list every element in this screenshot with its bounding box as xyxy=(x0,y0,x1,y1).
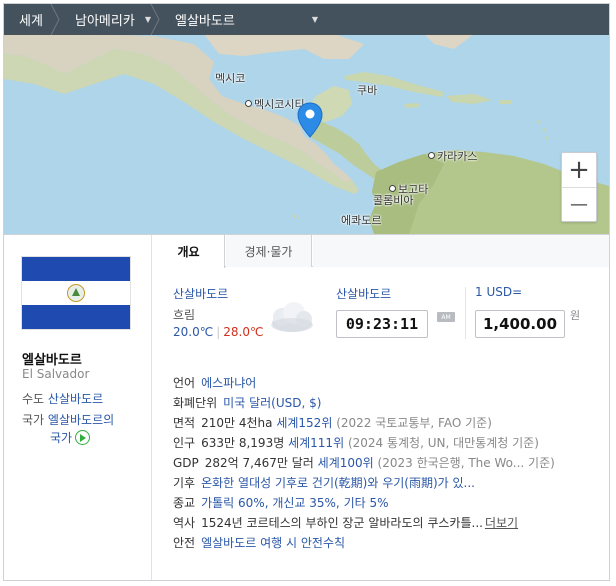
fact-key: 화폐단위 xyxy=(173,396,218,410)
flag-image xyxy=(22,257,130,329)
fact-rank-link[interactable]: 세계111위 xyxy=(288,436,344,450)
cloud-icon xyxy=(271,302,313,332)
coat-of-arms-icon xyxy=(67,284,85,302)
fact-rank-link[interactable]: 세계152위 xyxy=(276,416,332,430)
chevron-down-icon: ▼ xyxy=(311,15,318,24)
tab-bar: 개요 경제·물가 xyxy=(153,235,609,268)
temp-low: 20.0℃ xyxy=(173,325,214,339)
weather-city[interactable]: 산살바도르 xyxy=(173,285,228,302)
map-label-mexico: 멕시코 xyxy=(215,72,246,85)
fact-safety: 안전 엘살바도르 여행 시 안전수칙 xyxy=(173,533,603,553)
time-city[interactable]: 산살바도르 xyxy=(336,285,391,302)
country-info-widget: 멕시코 멕시코시티 쿠바 카라카스 보고타 콜롬비아 에콰도르 + — 세계 남… xyxy=(3,3,610,581)
breadcrumb-separator-icon xyxy=(50,4,60,35)
country-name: 엘살바도르 xyxy=(22,353,82,368)
anthem-row: 국가 엘살바도르의 국가 xyxy=(22,411,114,447)
anthem-link[interactable]: 엘살바도르의 xyxy=(48,413,114,427)
breadcrumb-el-salvador-label: 엘살바도르 xyxy=(175,14,235,29)
fact-value: 1524년 코르테스의 부하인 장군 알바라도의 쿠스카틀... xyxy=(201,516,483,530)
local-time: 09:23:11 xyxy=(336,310,428,338)
breadcrumb-separator-icon xyxy=(150,4,160,35)
fact-gdp: GDP 282억 7,467만 달러 세계100위 (2023 한국은행, The… xyxy=(173,453,603,473)
tab-overview[interactable]: 개요 xyxy=(153,235,225,268)
map-label-colombia: 콜롬비아 xyxy=(373,194,414,207)
divider xyxy=(465,287,466,339)
fact-key: GDP xyxy=(173,456,199,470)
capital-link[interactable]: 산살바도르 xyxy=(48,392,103,406)
exchange-value: 1,400.00 xyxy=(475,310,565,338)
map-zoom-control: + — xyxy=(561,152,597,222)
capital-label: 수도 xyxy=(22,392,45,406)
fact-value-link[interactable]: 에스파냐어 xyxy=(201,376,256,390)
fact-source: (2024 통계청, UN, 대만통계청 기준) xyxy=(347,436,539,450)
breadcrumb-world[interactable]: 세계 xyxy=(4,4,60,35)
breadcrumb-world-label: 세계 xyxy=(19,14,43,29)
fact-value-link[interactable]: 가톨릭 60%, 개신교 35%, 기타 5% xyxy=(201,496,388,510)
fact-history: 역사 1524년 코르테스의 부하인 장군 알바라도의 쿠스카틀... 더보기 xyxy=(173,513,603,533)
location-pin-icon[interactable] xyxy=(297,102,323,138)
fact-language: 언어 에스파냐어 xyxy=(173,373,603,393)
temp-high: 28.0℃ xyxy=(223,325,264,339)
fact-value: 210만 4천ha xyxy=(201,416,273,430)
exchange-unit: 원 xyxy=(570,309,581,322)
anthem-label: 국가 xyxy=(22,413,45,427)
fact-value-link[interactable]: 엘살바도르 여행 시 안전수칙 xyxy=(201,536,345,550)
fact-climate: 기후 온화한 열대성 기후로 건기(乾期)와 우기(雨期)가 있... xyxy=(173,473,603,493)
play-icon[interactable] xyxy=(75,430,91,445)
anthem-link-line2[interactable]: 국가 xyxy=(50,431,72,445)
fact-source: (2022 국토교통부, FAO 기준) xyxy=(336,416,492,430)
fact-religion: 종교 가톨릭 60%, 개신교 35%, 기타 5% xyxy=(173,493,603,513)
zoom-out-button[interactable]: — xyxy=(562,187,596,221)
fact-key: 기후 xyxy=(173,476,196,490)
fact-key: 언어 xyxy=(173,376,196,390)
country-name-en: El Salvador xyxy=(22,367,90,381)
breadcrumb-el-salvador[interactable]: 엘살바도르 ▼ xyxy=(160,4,330,35)
tab-economy[interactable]: 경제·물가 xyxy=(226,235,312,267)
map-label-caracas: 카라카스 xyxy=(428,148,477,164)
map[interactable]: 멕시코 멕시코시티 쿠바 카라카스 보고타 콜롬비아 에콰도르 + — xyxy=(4,4,609,234)
fact-source: (2023 한국은행, The Wo... 기준) xyxy=(377,456,555,470)
fact-value-link[interactable]: 온화한 열대성 기후로 건기(乾期)와 우기(雨期)가 있... xyxy=(201,476,475,490)
fact-value: 633만 8,193명 xyxy=(201,436,285,450)
breadcrumb: 세계 남아메리카 ▼ 엘살바도르 ▼ xyxy=(4,4,609,35)
map-label-ecuador: 에콰도르 xyxy=(341,214,382,227)
fact-key: 종교 xyxy=(173,496,196,510)
breadcrumb-south-america-label: 남아메리카 xyxy=(75,14,135,29)
facts-list: 언어 에스파냐어 화폐단위 미국 달러(USD, $) 면적 210만 4천ha 세계… xyxy=(173,373,603,553)
fact-area: 면적 210만 4천ha 세계152위 (2022 국토교통부, FAO 기준) xyxy=(173,413,603,433)
fact-population: 인구 633만 8,193명 세계111위 (2024 통계청, UN, 대만통계… xyxy=(173,433,603,453)
country-info-panel: 엘살바도르 El Salvador 수도 산살바도르 국가 엘살바도르의 국가 … xyxy=(4,234,609,580)
fact-currency: 화폐단위 미국 달러(USD, $) xyxy=(173,393,603,413)
more-link[interactable]: 더보기 xyxy=(485,516,518,530)
fact-key: 인구 xyxy=(173,436,196,450)
map-label-cuba: 쿠바 xyxy=(357,84,378,97)
fact-key: 면적 xyxy=(173,416,196,430)
map-label-mexico-city: 멕시코시티 xyxy=(245,96,305,112)
zoom-in-button[interactable]: + xyxy=(562,153,596,187)
fact-value-link[interactable]: 미국 달러(USD, $) xyxy=(223,396,321,410)
exchange-label[interactable]: 1 USD= xyxy=(475,285,522,299)
fact-key: 역사 xyxy=(173,516,196,530)
breadcrumb-south-america[interactable]: 남아메리카 ▼ xyxy=(60,4,160,35)
weather-condition: 흐림 xyxy=(173,308,196,322)
fact-value: 282억 7,467만 달러 xyxy=(204,456,314,470)
fact-rank-link[interactable]: 세계100위 xyxy=(318,456,374,470)
am-pm-badge: AM xyxy=(437,312,455,322)
weather-temps: 20.0℃ | 28.0℃ xyxy=(173,325,264,339)
country-summary: 엘살바도르 El Salvador 수도 산살바도르 국가 엘살바도르의 국가 xyxy=(4,235,152,580)
capital-row: 수도 산살바도르 xyxy=(22,390,103,408)
fact-key: 안전 xyxy=(173,536,196,550)
